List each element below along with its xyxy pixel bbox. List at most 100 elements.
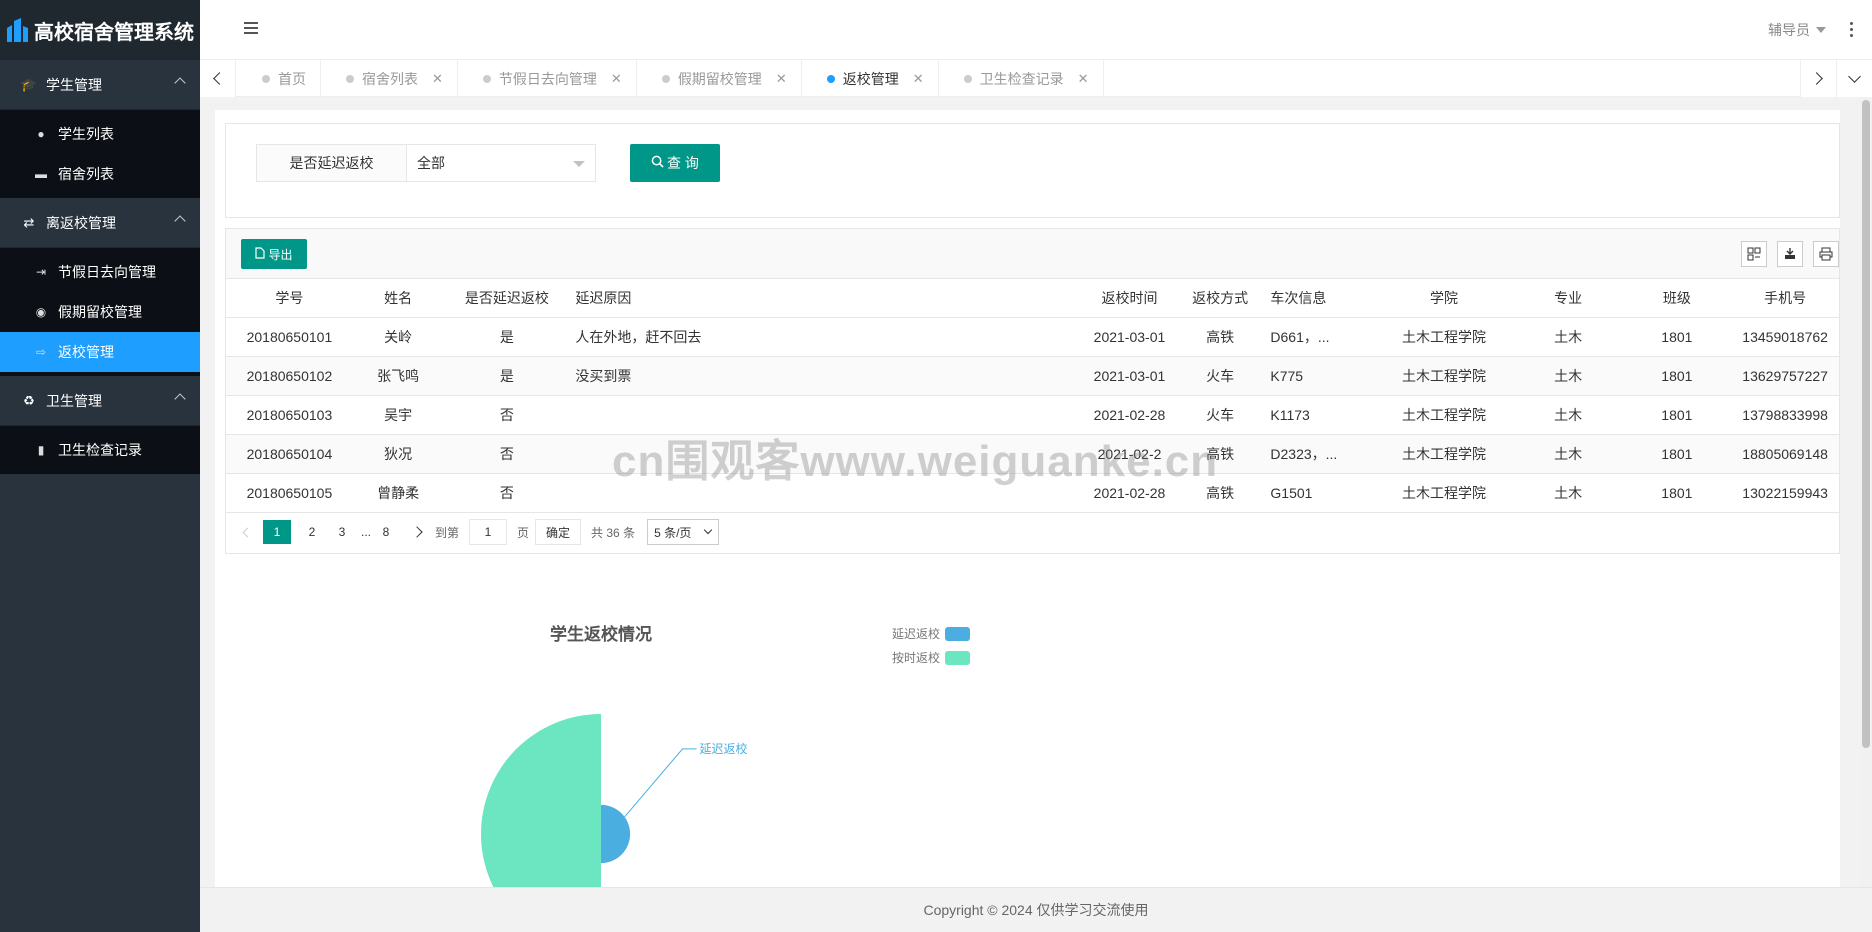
tab-holiday-destination[interactable]: 节假日去向管理 ✕ bbox=[458, 60, 637, 97]
page-button[interactable]: 2 bbox=[299, 520, 325, 544]
column-header[interactable]: 是否延迟返校 bbox=[443, 279, 571, 318]
table-cell: G1501 bbox=[1265, 473, 1375, 513]
building-logo-icon bbox=[7, 18, 28, 42]
bed-icon: ▬ bbox=[35, 167, 47, 181]
column-header[interactable]: 延迟原因 bbox=[570, 279, 1085, 318]
sidebar-item-hygiene-records[interactable]: ▮ 卫生检查记录 bbox=[0, 430, 200, 470]
tab-vacation-stay[interactable]: 假期留校管理 ✕ bbox=[637, 60, 802, 97]
sidebar-item-holiday-destination[interactable]: ⇥ 节假日去向管理 bbox=[0, 252, 200, 292]
column-header[interactable]: 班级 bbox=[1622, 279, 1732, 318]
tabs-bar: 首页 宿舍列表 ✕ 节假日去向管理 ✕ 假期留校管理 ✕ 返校管理 ✕ 卫生检查… bbox=[200, 60, 1872, 97]
column-header[interactable]: 学号 bbox=[226, 279, 353, 318]
app-title: 高校宿舍管理系统 bbox=[34, 21, 194, 44]
column-header[interactable]: 专业 bbox=[1513, 279, 1623, 318]
scrollbar-thumb[interactable] bbox=[1862, 100, 1870, 748]
sidebar-item-label: 返校管理 bbox=[58, 344, 114, 360]
delay-filter-value: 全部 bbox=[417, 155, 445, 171]
table-cell: 1801 bbox=[1622, 356, 1732, 396]
table-cell: 吴宇 bbox=[352, 395, 444, 435]
page-button[interactable]: 3 bbox=[329, 520, 355, 544]
user-name: 辅导员 bbox=[1768, 22, 1810, 38]
sidebar-item-return-management[interactable]: ⇨ 返校管理 bbox=[0, 332, 200, 372]
copyright-text: Copyright © 2024 仅供学习交流使用 bbox=[923, 902, 1149, 918]
delay-filter-label: 是否延迟返校 bbox=[256, 144, 407, 182]
goto-page-input[interactable]: 1 bbox=[469, 519, 508, 545]
pagination: 1 2 3 ... 8 到第 1 页 确定 共 36 条 5 条/页 bbox=[226, 513, 1839, 552]
table-row[interactable]: 20180650102 张飞鸣是没买到票 2021-03-01 火车 K775 土木工程学… bbox=[226, 356, 1839, 396]
page-size-select[interactable]: 5 条/页 bbox=[647, 519, 720, 545]
close-icon[interactable]: ✕ bbox=[611, 71, 622, 87]
column-header[interactable]: 车次信息 bbox=[1265, 279, 1375, 318]
export-button-label: 导出 bbox=[268, 247, 293, 262]
tab-home[interactable]: 首页 bbox=[237, 60, 321, 97]
table-cell: 人在外地，赶不回去 bbox=[570, 317, 1085, 357]
sidebar-item-label: 假期留校管理 bbox=[58, 304, 142, 320]
delay-filter-select[interactable]: 全部 bbox=[406, 144, 596, 182]
table-cell: 关岭 bbox=[352, 317, 444, 357]
tab-dorm-list[interactable]: 宿舍列表 ✕ bbox=[321, 60, 458, 97]
table-cell: 20180650105 bbox=[226, 473, 353, 513]
menu-toggle-icon[interactable] bbox=[244, 22, 258, 36]
column-header[interactable]: 学院 bbox=[1374, 279, 1514, 318]
column-header[interactable]: 返校方式 bbox=[1174, 279, 1266, 318]
column-header[interactable]: 手机号 bbox=[1731, 279, 1839, 318]
table-row[interactable]: 20180650101 关岭是人在外地，赶不回去 2021-03-01 高铁 D661，… bbox=[226, 317, 1839, 357]
table-cell: 土木工程学院 bbox=[1374, 356, 1514, 396]
next-page-icon[interactable] bbox=[411, 526, 423, 538]
table-cell: 1801 bbox=[1622, 395, 1732, 435]
user-menu[interactable]: 辅导员 bbox=[1768, 20, 1826, 40]
menu-group-hygiene: ♻ 卫生管理 ▮ 卫生检查记录 bbox=[0, 376, 200, 474]
table-cell: D2323，... bbox=[1265, 434, 1375, 474]
tabs-scroll-right-button[interactable] bbox=[1800, 60, 1836, 97]
export-button[interactable]: 导出 bbox=[241, 239, 307, 269]
table-cell: 土木 bbox=[1513, 317, 1623, 357]
table-cell: 土木工程学院 bbox=[1374, 434, 1514, 474]
prev-page-icon[interactable] bbox=[242, 527, 253, 537]
table-header-row: 学号 姓名 是否延迟返校 延迟原因 返校时间 返校方式 车次信息 学院 专业 班… bbox=[226, 279, 1839, 318]
menu-leave-return-management[interactable]: ⇄ 离返校管理 bbox=[0, 198, 200, 248]
tab-hygiene-records[interactable]: 卫生检查记录 ✕ bbox=[939, 60, 1104, 97]
pie-slice bbox=[481, 714, 601, 888]
page-button-current[interactable]: 1 bbox=[263, 520, 291, 544]
tab-label: 返校管理 bbox=[842, 70, 899, 87]
pie-chart-svg: 学生返校情况 延迟返校按时返校延迟返校 bbox=[481, 624, 970, 888]
sidebar-item-student-list[interactable]: ● 学生列表 bbox=[0, 114, 200, 154]
tabs-list: 首页 宿舍列表 ✕ 节假日去向管理 ✕ 假期留校管理 ✕ 返校管理 ✕ 卫生检查… bbox=[237, 60, 1104, 97]
close-icon[interactable]: ✕ bbox=[776, 71, 787, 87]
app-logo[interactable]: 高校宿舍管理系统 bbox=[0, 0, 200, 60]
sidebar-item-vacation-stay[interactable]: ◉ 假期留校管理 bbox=[0, 292, 200, 332]
menu-title-label: 学生管理 bbox=[46, 76, 102, 93]
tabs-menu-button[interactable] bbox=[1836, 60, 1872, 97]
table-cell: 20180650101 bbox=[226, 317, 353, 357]
search-button-label: 查 询 bbox=[667, 155, 699, 171]
menu-student-management[interactable]: 🎓 学生管理 bbox=[0, 60, 200, 110]
close-icon[interactable]: ✕ bbox=[1078, 71, 1089, 87]
legend-swatch bbox=[945, 651, 970, 665]
table-cell: 土木 bbox=[1513, 395, 1623, 435]
slice-label: 延迟返校 bbox=[700, 741, 748, 756]
tabs-scroll-left-button[interactable] bbox=[200, 60, 236, 97]
more-vertical-icon[interactable] bbox=[1850, 22, 1854, 40]
goto-confirm-button[interactable]: 确定 bbox=[535, 519, 582, 545]
export-download-icon[interactable] bbox=[1777, 241, 1803, 267]
footer: Copyright © 2024 仅供学习交流使用 bbox=[200, 887, 1872, 932]
page-button[interactable]: 8 bbox=[373, 520, 399, 544]
column-header[interactable]: 返校时间 bbox=[1084, 279, 1175, 318]
page-size-value: 5 条/页 bbox=[654, 525, 692, 540]
menu-hygiene-management[interactable]: ♻ 卫生管理 bbox=[0, 376, 200, 426]
sidebar-item-dorm-list[interactable]: ▬ 宿舍列表 bbox=[0, 154, 200, 194]
sidebar-item-label: 节假日去向管理 bbox=[58, 264, 156, 280]
tab-return-management[interactable]: 返校管理 ✕ bbox=[802, 60, 939, 97]
sidebar: 高校宿舍管理系统 🎓 学生管理 ● 学生列表 ▬ 宿舍列表 ⇄ 离返校管理 ⇥ … bbox=[0, 0, 200, 932]
columns-filter-icon[interactable] bbox=[1741, 241, 1767, 267]
search-icon bbox=[651, 155, 664, 171]
search-button[interactable]: 查 询 bbox=[630, 144, 720, 182]
sidebar-item-label: 宿舍列表 bbox=[58, 166, 114, 182]
close-icon[interactable]: ✕ bbox=[432, 71, 443, 87]
print-icon[interactable] bbox=[1813, 241, 1839, 267]
tab-label: 首页 bbox=[278, 70, 306, 87]
table-cell: 是 bbox=[443, 356, 571, 396]
close-icon[interactable]: ✕ bbox=[913, 71, 924, 87]
chevron-left-icon bbox=[213, 72, 226, 85]
column-header[interactable]: 姓名 bbox=[352, 279, 444, 318]
